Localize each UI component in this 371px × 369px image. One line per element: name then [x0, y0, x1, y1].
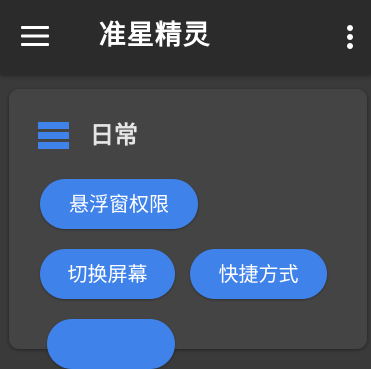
menu-button[interactable]: [14, 15, 56, 57]
list-icon: [38, 121, 69, 149]
app-title: 准星精灵: [99, 20, 211, 51]
section-title: 日常: [90, 121, 138, 149]
more-options-button[interactable]: [334, 17, 366, 57]
hamburger-menu-icon: [21, 26, 49, 46]
switch-screen-button[interactable]: 切换屏幕: [40, 249, 175, 299]
overlay-permission-button[interactable]: 悬浮窗权限: [40, 179, 198, 229]
shortcut-button[interactable]: 快捷方式: [190, 249, 327, 299]
section-header: 日常: [38, 119, 138, 151]
daily-section-card: 日常 悬浮窗权限 切换屏幕 快捷方式: [9, 89, 367, 369]
action-button-partial[interactable]: [47, 319, 175, 369]
app-bar: 准星精灵: [0, 0, 371, 74]
more-vertical-icon: [347, 25, 353, 49]
